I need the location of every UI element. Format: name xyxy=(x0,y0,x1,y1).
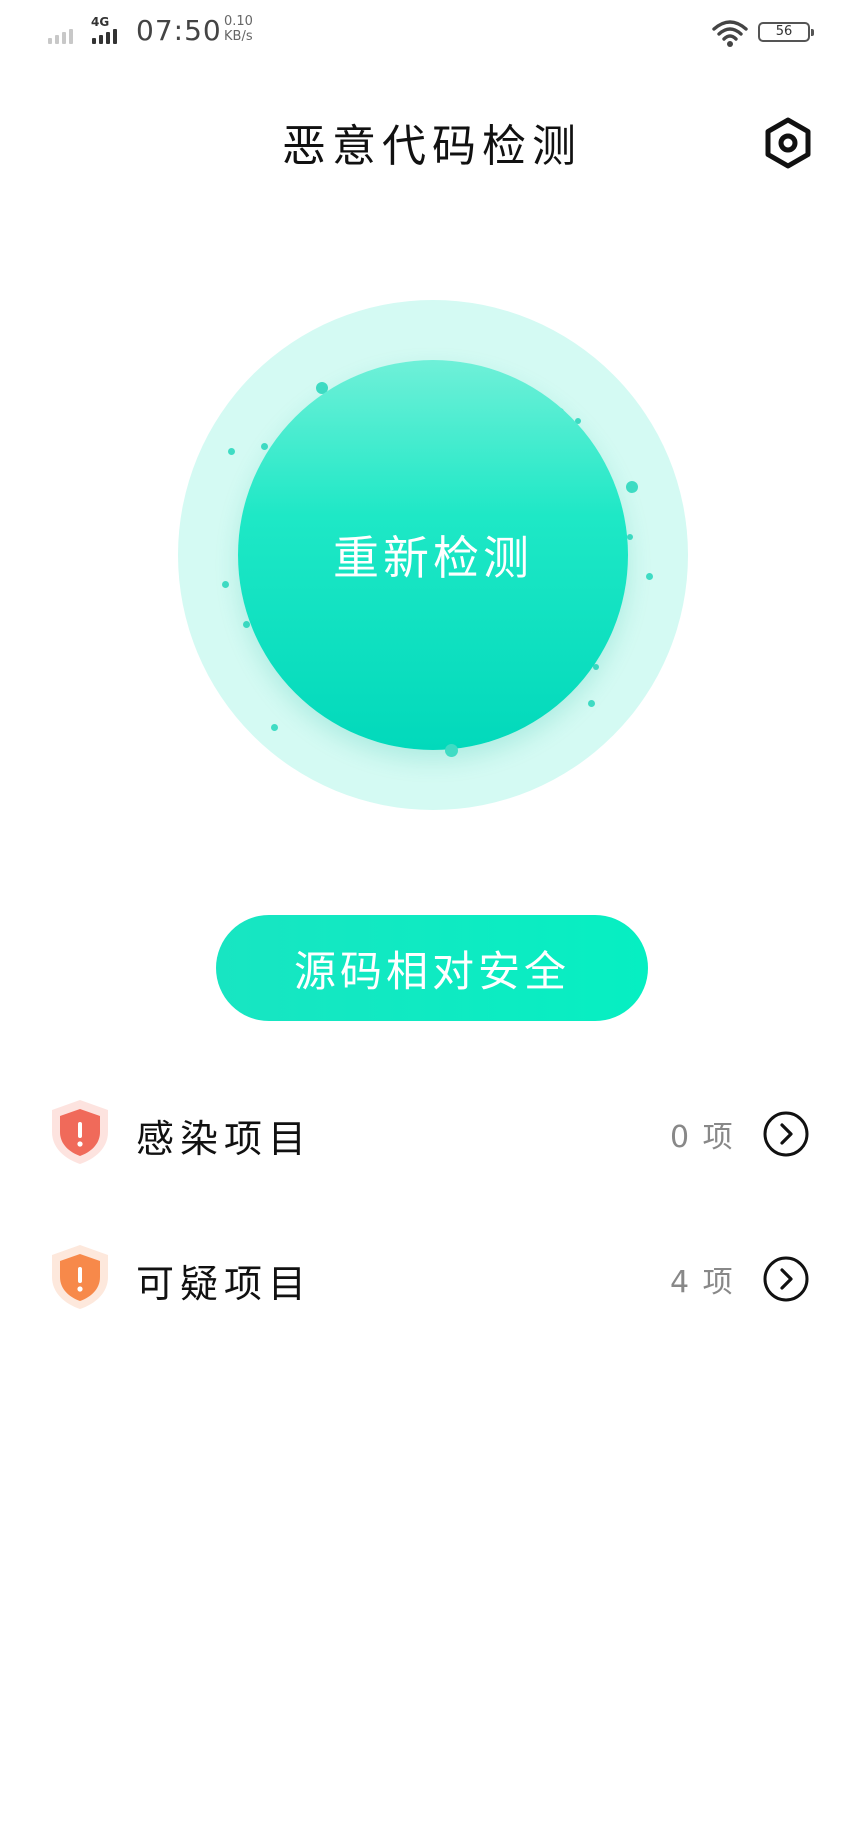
infected-items-row[interactable]: 感染项目 0 项 xyxy=(0,1080,864,1180)
network-speed-value: 0.10 xyxy=(224,14,253,29)
chevron-right-circle-icon[interactable] xyxy=(762,1255,810,1303)
network-speed: 0.10 KB/s xyxy=(224,14,253,44)
decorative-dot xyxy=(228,448,235,455)
settings-icon[interactable] xyxy=(760,115,816,171)
rescan-button-label[interactable]: 重新检测 xyxy=(238,360,628,750)
row-label: 可疑项目 xyxy=(136,1262,313,1306)
row-label: 感染项目 xyxy=(136,1117,313,1161)
shield-alert-icon xyxy=(52,1100,108,1164)
page-title: 恶意代码检测 xyxy=(282,121,582,172)
clock: 07:50 xyxy=(136,14,222,47)
security-status-badge: 源码相对安全 xyxy=(216,915,648,1021)
decorative-dot xyxy=(646,573,653,580)
battery-icon: 56 xyxy=(758,22,814,42)
row-count: 0 项 xyxy=(670,1120,735,1155)
signal-strength-sim2-icon xyxy=(92,26,117,44)
wifi-icon xyxy=(712,20,748,47)
decorative-dot xyxy=(222,581,229,588)
network-speed-unit: KB/s xyxy=(224,29,253,44)
row-count: 4 项 xyxy=(670,1265,735,1300)
status-bar: 4G 07:50 0.10 KB/s 56 xyxy=(0,0,864,64)
shield-alert-icon xyxy=(52,1245,108,1309)
chevron-right-circle-icon[interactable] xyxy=(762,1110,810,1158)
suspicious-items-row[interactable]: 可疑项目 4 项 xyxy=(0,1225,864,1325)
signal-strength-sim1-icon xyxy=(48,26,73,44)
